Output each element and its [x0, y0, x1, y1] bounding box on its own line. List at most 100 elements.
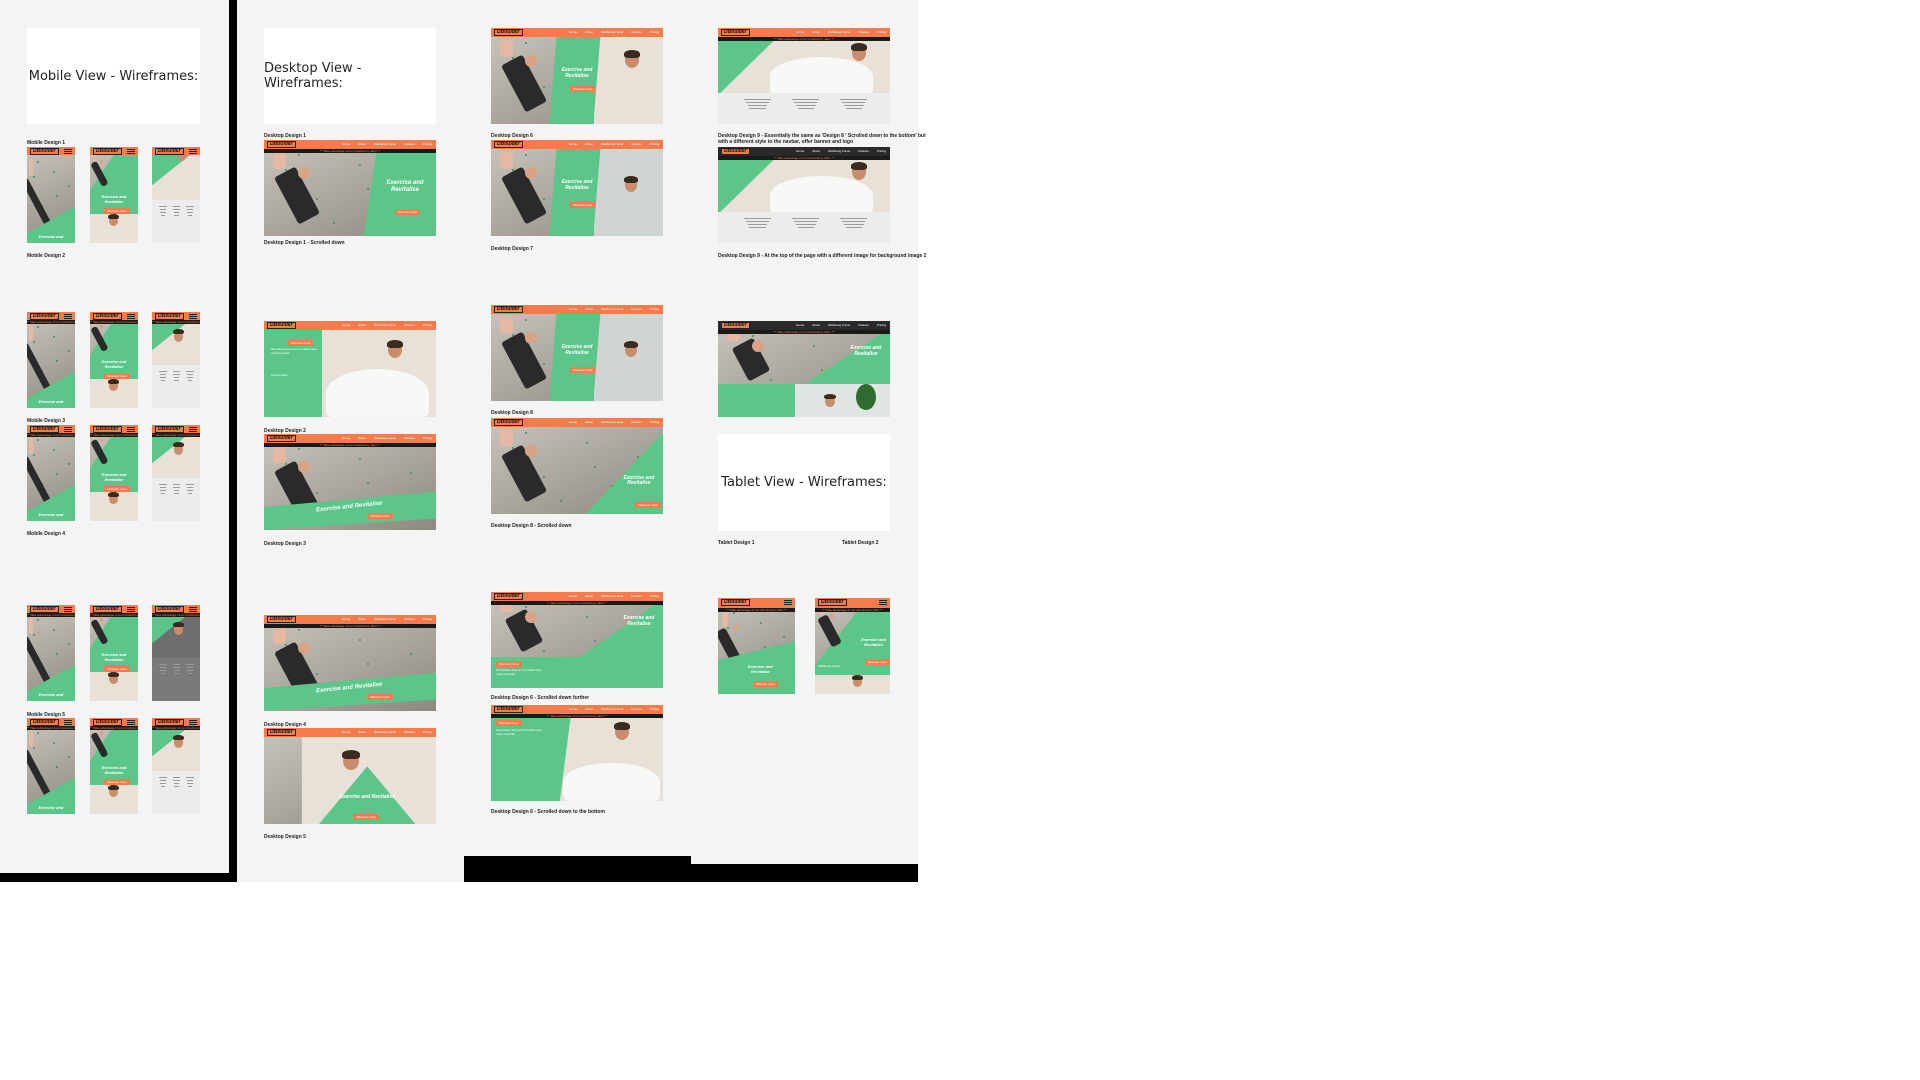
tablet-design-2[interactable]: Exercise and Revitalise Discover more Well…	[815, 598, 890, 694]
desktop-design-1[interactable]: Exercise and Revitalise Discover more DBou…	[264, 140, 436, 236]
hamburger-icon[interactable]	[189, 719, 197, 726]
desktop-design-6-bottom[interactable]: Discover more We believe that our ice bat…	[491, 705, 663, 801]
desktop-design-9-b[interactable]: DBoulder Home About Wellbeing Focus Classes P…	[718, 147, 890, 243]
nav-link[interactable]: Classes	[404, 436, 415, 440]
nav-link[interactable]: About	[358, 323, 366, 327]
desktop-design-3[interactable]: Exercise and Revitalise Discover more DBou…	[264, 434, 436, 530]
discover-button[interactable]: Discover more	[104, 486, 130, 493]
hamburger-icon[interactable]	[189, 606, 197, 613]
desktop-design-6-scrolled-further[interactable]: Exercise and Revitalise Discover more We b…	[491, 592, 663, 688]
nav-link[interactable]: About	[358, 617, 366, 621]
hamburger-icon[interactable]	[64, 606, 72, 613]
hamburger-icon[interactable]	[127, 313, 135, 320]
nav-link[interactable]: Classes	[858, 323, 869, 327]
hamburger-icon[interactable]	[127, 148, 135, 155]
hamburger-icon[interactable]	[784, 599, 792, 606]
nav-link[interactable]: Classes	[631, 707, 642, 711]
nav-link[interactable]: Pricing	[423, 323, 432, 327]
hamburger-icon[interactable]	[127, 426, 135, 433]
desktop-design-9-top[interactable]: Exercise and Revitalise DBoulder Home About…	[718, 321, 890, 417]
discover-button[interactable]: Discover more	[104, 373, 130, 380]
desktop-design-8[interactable]: Exercise and Revitalise Discover more DBou…	[491, 305, 663, 401]
nav-link[interactable]: Wellbeing Focus	[601, 142, 623, 146]
mobile-design-5-a[interactable]: Exercise and DBoulder ** Take advantage of…	[27, 718, 75, 814]
nav-link[interactable]: Wellbeing Focus	[374, 617, 396, 621]
mobile-design-1-a[interactable]: Exercise and DBoulder	[27, 147, 75, 243]
nav-link[interactable]: Home	[342, 323, 350, 327]
discover-button[interactable]: Discover more	[104, 666, 130, 673]
nav-link[interactable]: Wellbeing Focus	[601, 30, 623, 34]
discover-button[interactable]: Discover more	[104, 208, 130, 215]
mobile-design-2-b[interactable]: Exercise and Revitalise Discover more DBou…	[90, 312, 138, 408]
nav-link[interactable]: Pricing	[423, 436, 432, 440]
nav-link[interactable]: Classes	[631, 142, 642, 146]
nav-link[interactable]: Wellbeing Focus	[828, 149, 850, 153]
nav-link[interactable]: Wellbeing Focus	[374, 142, 396, 146]
nav-link[interactable]: Pricing	[423, 142, 432, 146]
mobile-design-2-a[interactable]: Exercise and DBoulder ** Take advantage of…	[27, 312, 75, 408]
nav-link[interactable]: Classes	[631, 594, 642, 598]
discover-button[interactable]: Discover more	[864, 659, 890, 666]
nav-link[interactable]: About	[812, 30, 820, 34]
nav-link[interactable]: Pricing	[877, 149, 886, 153]
nav-link[interactable]: Pricing	[650, 707, 659, 711]
nav-link[interactable]: Home	[569, 30, 577, 34]
desktop-design-4[interactable]: Exercise and Revitalise Discover more DBou…	[264, 615, 436, 711]
nav-link[interactable]: Classes	[631, 30, 642, 34]
desktop-design-7[interactable]: Exercise and Revitalise Discover more DBou…	[491, 140, 663, 236]
desktop-design-2[interactable]: Discover more We believe that our ice bat…	[264, 321, 436, 417]
desktop-design-8-scrolled[interactable]: Exercise and Revitalise Discover more DBou…	[491, 418, 663, 514]
nav-link[interactable]: About	[585, 594, 593, 598]
mobile-design-1-b[interactable]: Exercise and Revitalise Discover more DBou…	[90, 147, 138, 243]
nav-link[interactable]: Home	[342, 142, 350, 146]
nav-link[interactable]: Classes	[404, 617, 415, 621]
nav-link[interactable]: About	[585, 307, 593, 311]
nav-link[interactable]: Classes	[404, 730, 415, 734]
nav-link[interactable]: Classes	[858, 149, 869, 153]
nav-link[interactable]: Home	[796, 323, 804, 327]
nav-link[interactable]: About	[812, 323, 820, 327]
discover-button[interactable]: Discover more	[288, 340, 314, 347]
hamburger-icon[interactable]	[189, 313, 197, 320]
nav-link[interactable]: Pricing	[650, 142, 659, 146]
nav-link[interactable]: Home	[796, 149, 804, 153]
nav-link[interactable]: Wellbeing Focus	[374, 323, 396, 327]
discover-button[interactable]: Discover more	[496, 720, 522, 727]
discover-button[interactable]: Discover more	[367, 512, 393, 519]
hamburger-icon[interactable]	[64, 313, 72, 320]
mobile-design-2-c[interactable]: DBoulder ** Take advantage of our introdu…	[152, 312, 200, 408]
mobile-design-3-a[interactable]: Exercise and DBoulder ** Take advantage of…	[27, 425, 75, 521]
nav-link[interactable]: Classes	[858, 30, 869, 34]
nav-link[interactable]: Wellbeing Focus	[601, 307, 623, 311]
mobile-design-1-c[interactable]: DBoulder	[152, 147, 200, 243]
hamburger-icon[interactable]	[189, 148, 197, 155]
hamburger-icon[interactable]	[879, 599, 887, 606]
nav-link[interactable]: Wellbeing Focus	[601, 594, 623, 598]
nav-link[interactable]: About	[585, 30, 593, 34]
mobile-design-4-c[interactable]: DBoulder ** Take advantage of our introdu…	[152, 605, 200, 701]
nav-link[interactable]: About	[585, 142, 593, 146]
nav-link[interactable]: Home	[796, 30, 804, 34]
nav-link[interactable]: Wellbeing Focus	[374, 436, 396, 440]
mobile-design-4-a[interactable]: Exercise and DBoulder ** Take advantage of…	[27, 605, 75, 701]
desktop-design-9-a[interactable]: DBoulder Home About Wellbeing Focus Classes P…	[718, 28, 890, 124]
nav-link[interactable]: Home	[569, 594, 577, 598]
nav-link[interactable]: Pricing	[650, 307, 659, 311]
mobile-design-3-b[interactable]: Exercise and Revitalise Discover more DBou…	[90, 425, 138, 521]
mobile-design-3-c[interactable]: DBoulder ** Take advantage of our introdu…	[152, 425, 200, 521]
discover-button[interactable]: Discover more	[752, 680, 778, 687]
nav-link[interactable]: Home	[569, 707, 577, 711]
nav-link[interactable]: Pricing	[423, 617, 432, 621]
hamburger-icon[interactable]	[64, 148, 72, 155]
nav-link[interactable]: Home	[342, 436, 350, 440]
discover-button[interactable]: Discover more	[570, 202, 596, 209]
hamburger-icon[interactable]	[189, 426, 197, 433]
hamburger-icon[interactable]	[127, 719, 135, 726]
discover-button[interactable]: Discover more	[367, 693, 393, 700]
nav-link[interactable]: Classes	[404, 323, 415, 327]
desktop-design-6[interactable]: Exercise and Revitalise Discover more DBou…	[491, 28, 663, 124]
desktop-design-5[interactable]: Exercise and Revitalise Discover more DBou…	[264, 728, 436, 824]
nav-link[interactable]: Classes	[631, 307, 642, 311]
discover-button[interactable]: Discover more	[570, 85, 596, 92]
nav-link[interactable]: Pricing	[423, 730, 432, 734]
